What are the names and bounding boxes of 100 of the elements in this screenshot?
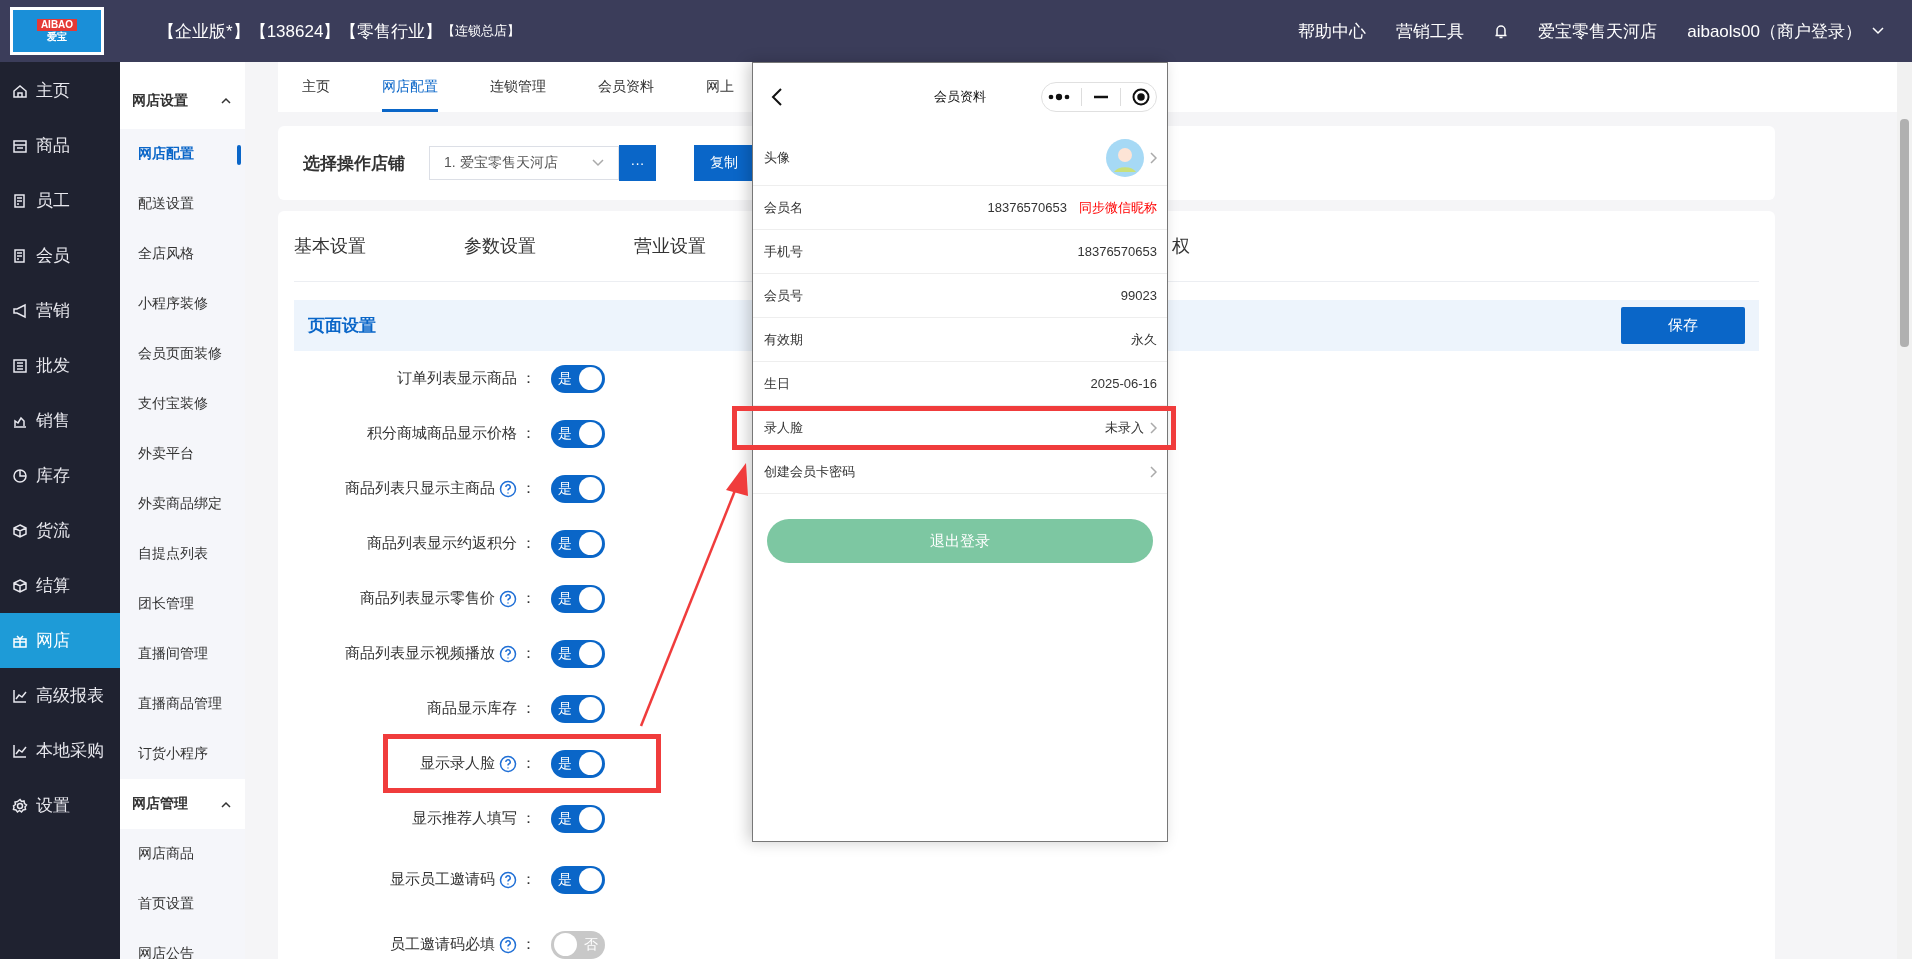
row-value: 18376570653 [1077, 244, 1157, 259]
cube-icon [12, 522, 28, 539]
submenu-item[interactable]: 网店商品 [120, 829, 245, 879]
store-select[interactable]: 1. 爱宝零售天河店 [429, 146, 619, 180]
submenu-item[interactable]: 自提点列表 [120, 529, 245, 579]
section-title: 页面设置 [308, 315, 376, 337]
page-tab[interactable]: 网店配置 [382, 62, 438, 112]
colon: ： [521, 534, 536, 553]
toggle-switch[interactable]: 是 [551, 639, 605, 668]
submenu-item[interactable]: 直播商品管理 [120, 679, 245, 729]
profile-row[interactable]: 录人脸 未录入 [732, 406, 1176, 450]
page-tab[interactable]: 会员资料 [598, 62, 654, 112]
sidebar-item[interactable]: 会员 [0, 228, 120, 283]
profile-row[interactable]: 会员名 18376570653 同步微信昵称 [753, 186, 1167, 230]
colon: ： [521, 699, 536, 718]
option-label: 订单列表显示商品 [397, 369, 517, 388]
option-label: 显示录人脸 [420, 754, 495, 773]
save-button[interactable]: 保存 [1621, 307, 1745, 344]
more-button[interactable]: ··· [619, 145, 656, 181]
submenu-group-header[interactable]: 网店设置 [120, 62, 245, 129]
profile-row[interactable]: 头像 [753, 131, 1167, 186]
toggle-switch[interactable]: 是 [551, 804, 605, 833]
page-tab[interactable]: 连锁管理 [490, 62, 546, 112]
row-value: 18376570653 [987, 200, 1067, 215]
profile-row[interactable]: 有效期 永久 [753, 318, 1167, 362]
toggle-switch[interactable]: 是 [551, 419, 605, 448]
sidebar-item[interactable]: 主页 [0, 63, 120, 118]
copy-button[interactable]: 复制 [694, 145, 754, 181]
sync-nickname-link[interactable]: 同步微信昵称 [1079, 198, 1157, 217]
chevron-down-icon [592, 159, 604, 167]
option-label: 积分商城商品显示价格 [367, 424, 517, 443]
sidebar-item[interactable]: 设置 [0, 778, 120, 833]
profile-row[interactable]: 生日 2025-06-16 [753, 362, 1167, 406]
settings-tab[interactable]: 权 [1172, 234, 1190, 258]
sidebar-item[interactable]: 员工 [0, 173, 120, 228]
logo-text: 爱宝 [47, 31, 67, 43]
sidebar-item[interactable]: 本地采购 [0, 723, 120, 778]
row-value: 2025-06-16 [1090, 376, 1157, 391]
submenu-item[interactable]: 会员页面装修 [120, 329, 245, 379]
submenu-item[interactable]: 外卖商品绑定 [120, 479, 245, 529]
scrollbar[interactable] [1900, 119, 1909, 347]
submenu-item[interactable]: 直播间管理 [120, 629, 245, 679]
toggle-switch[interactable]: 是 [551, 364, 605, 393]
settings-tab[interactable]: 营业设置 [634, 234, 706, 258]
colon: ： [521, 369, 536, 388]
profile-row[interactable]: 会员号 99023 [753, 274, 1167, 318]
pie-chart-icon [12, 467, 28, 484]
option-label: 显示员工邀请码 [390, 870, 495, 889]
sidebar-item[interactable]: 营销 [0, 283, 120, 338]
bell-icon [1494, 23, 1509, 39]
settings-tab[interactable]: 基本设置 [294, 234, 366, 258]
toggle-switch[interactable]: 是 [551, 749, 605, 778]
row-value: 未录入 [1105, 419, 1144, 437]
option-label: 商品列表显示视频播放 [345, 644, 495, 663]
sidebar-item[interactable]: 库存 [0, 448, 120, 503]
sidebar-item[interactable]: 高级报表 [0, 668, 120, 723]
submenu-item[interactable]: 网店配置 [120, 129, 245, 179]
toggle-switch[interactable]: 是 [551, 865, 605, 894]
store-name[interactable]: 爱宝零售天河店 [1538, 19, 1658, 43]
profile-row[interactable]: 手机号 18376570653 [753, 230, 1167, 274]
submenu-group-header[interactable]: 网店管理 [120, 779, 245, 829]
colon: ： [521, 935, 536, 954]
toggle-switch[interactable]: 是 [551, 529, 605, 558]
submenu-item[interactable]: 首页设置 [120, 879, 245, 929]
toggle-switch[interactable]: 是 [551, 474, 605, 503]
page-tab[interactable]: 网上 [706, 62, 734, 112]
phone-title: 会员资料 [933, 88, 987, 106]
account-menu[interactable]: aibaols00（商户登录） [1687, 19, 1884, 43]
submenu-item[interactable]: 外卖平台 [120, 429, 245, 479]
settings-tab[interactable]: 参数设置 [464, 234, 536, 258]
sidebar-item[interactable]: 结算 [0, 558, 120, 613]
sidebar-item[interactable]: 销售 [0, 393, 120, 448]
profile-row[interactable]: 创建会员卡密码 [753, 450, 1167, 494]
minus-icon [1092, 95, 1109, 99]
submenu-item[interactable]: 订货小程序 [120, 729, 245, 779]
submenu-item[interactable]: 小程序装修 [120, 279, 245, 329]
store-icon [12, 137, 28, 154]
toggle-switch[interactable]: 是 [551, 584, 605, 613]
option-label: 商品显示库存 [427, 699, 517, 718]
sidebar-item[interactable]: 批发 [0, 338, 120, 393]
line-chart-icon [12, 687, 28, 704]
submenu-item[interactable]: 团长管理 [120, 579, 245, 629]
id-card-icon [12, 247, 28, 264]
toggle-switch[interactable]: 是 [551, 694, 605, 723]
gift-icon [12, 632, 28, 649]
sidebar-item[interactable]: 商品 [0, 118, 120, 173]
header-link[interactable]: 营销工具 [1396, 19, 1465, 43]
submenu-item[interactable]: 支付宝装修 [120, 379, 245, 429]
colon: ： [521, 644, 536, 663]
option-label: 商品列表只显示主商品 [345, 479, 495, 498]
id-card-icon [12, 192, 28, 209]
submenu-item[interactable]: 全店风格 [120, 229, 245, 279]
header-title: 【零售行业】 [340, 20, 443, 43]
header-link[interactable]: 帮助中心 [1298, 19, 1367, 43]
sidebar-item[interactable]: 货流 [0, 503, 120, 558]
submenu-item[interactable]: 配送设置 [120, 179, 245, 229]
colon: ： [521, 424, 536, 443]
page-tab[interactable]: 主页 [302, 62, 330, 112]
chevron-up-icon [221, 97, 231, 104]
home-icon [12, 82, 28, 99]
